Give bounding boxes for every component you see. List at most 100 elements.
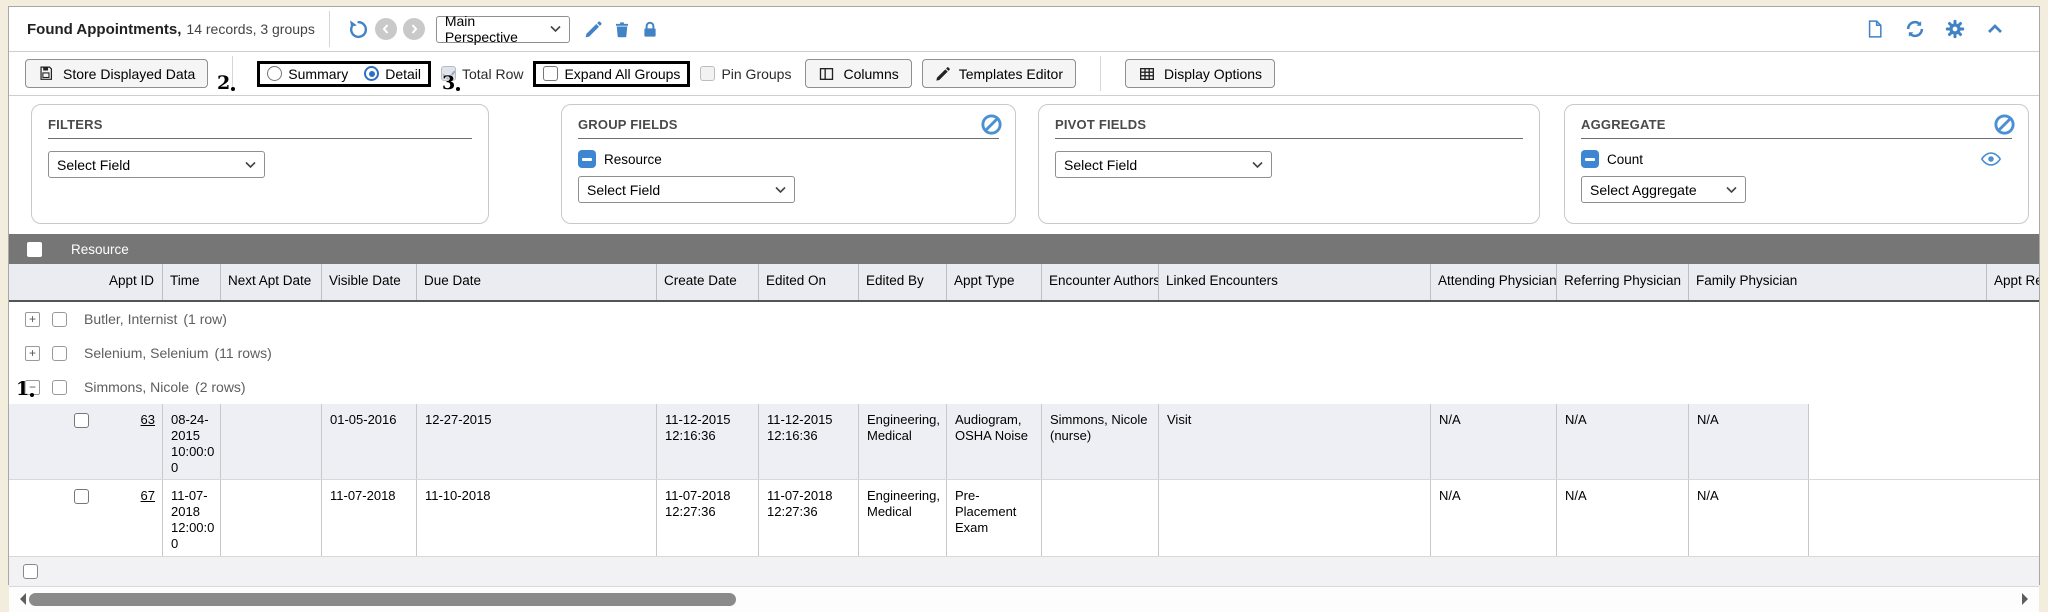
select-all-checkbox[interactable]: [27, 242, 42, 257]
column-header-edited-on[interactable]: Edited On: [759, 264, 859, 300]
column-header-time[interactable]: Time: [163, 264, 221, 300]
column-header-next-apt-date[interactable]: Next Apt Date: [221, 264, 322, 300]
store-displayed-data-button[interactable]: Store Displayed Data: [25, 59, 208, 88]
group-row-simmons: − Simmons, Nicole (2 rows): [9, 370, 2039, 404]
results-grid: Resource Appt ID Time Next Apt Date Visi…: [9, 234, 2039, 612]
filters-field-select[interactable]: Select Field: [48, 151, 265, 178]
row-select-cell: [9, 404, 69, 479]
cell-attending-physician: N/A: [1431, 480, 1557, 555]
group-name: Simmons, Nicole: [84, 379, 189, 395]
expand-all-groups-checkbox[interactable]: Expand All Groups: [543, 66, 680, 82]
checkbox-icon[interactable]: [543, 66, 558, 81]
aggregate-title: AGGREGATE: [1581, 117, 2012, 139]
perspective-select-value: Main Perspective: [445, 13, 540, 45]
group-checkbox[interactable]: [52, 346, 67, 361]
pin-groups-checkbox[interactable]: Pin Groups: [700, 66, 791, 82]
remove-group-field-icon[interactable]: [578, 150, 596, 168]
group-name: Selenium, Selenium: [84, 345, 209, 361]
cell-visible-date: 11-07-2018: [322, 480, 417, 555]
record-summary: 14 records, 3 groups: [186, 21, 314, 37]
pivot-field-select[interactable]: Select Field: [1055, 151, 1272, 178]
divider: [329, 11, 330, 47]
column-header-create-date[interactable]: Create Date: [657, 264, 759, 300]
column-header-appt-reason[interactable]: Appt Re: [1987, 264, 2039, 300]
row-checkbox[interactable]: [74, 489, 89, 504]
cell-visible-date: 01-05-2016: [322, 404, 417, 479]
cell-next-apt-date: [221, 480, 322, 555]
column-header-appt-type[interactable]: Appt Type: [947, 264, 1042, 300]
collapse-panel-icon[interactable]: [1981, 15, 2009, 43]
lock-perspective-icon[interactable]: [636, 15, 664, 43]
perspective-select[interactable]: Main Perspective: [436, 16, 570, 43]
horizontal-scrollbar[interactable]: [9, 587, 2039, 612]
scroll-left-arrow-icon[interactable]: [14, 593, 26, 605]
new-document-icon[interactable]: [1861, 15, 1889, 43]
filters-panel: FILTERS Select Field: [31, 104, 489, 224]
detail-radio[interactable]: Detail: [364, 66, 421, 82]
column-header-row: Appt ID Time Next Apt Date Visible Date …: [9, 264, 2039, 302]
clear-group-fields-icon[interactable]: [980, 113, 1003, 136]
remove-aggregate-icon[interactable]: [1581, 150, 1599, 168]
edit-perspective-icon[interactable]: [580, 15, 608, 43]
appt-id-link[interactable]: 63: [141, 412, 155, 427]
group-row-count: (11 rows): [215, 345, 272, 361]
found-appointments-panel: Found Appointments, 14 records, 3 groups…: [8, 6, 2040, 585]
aggregate-panel: AGGREGATE Count Select Aggregate: [1564, 104, 2029, 224]
next-perspective-icon[interactable]: [403, 18, 425, 40]
scrollbar-thumb[interactable]: [29, 593, 736, 606]
query-builder-panels: FILTERS Select Field GROUP FIELDS Resour…: [9, 96, 2039, 234]
delete-perspective-icon[interactable]: [608, 15, 636, 43]
column-header-due-date[interactable]: Due Date: [417, 264, 657, 300]
display-options-button[interactable]: Display Options: [1125, 59, 1275, 88]
checkbox-disabled-icon[interactable]: [700, 66, 715, 81]
templates-editor-button[interactable]: Templates Editor: [922, 59, 1076, 88]
summary-radio[interactable]: Summary: [267, 66, 348, 82]
group-field-select[interactable]: Select Field: [578, 176, 795, 203]
chevron-down-icon: [245, 161, 256, 169]
pencil-icon: [935, 66, 951, 82]
group-checkbox[interactable]: [52, 312, 67, 327]
table-row: 63 08-24-2015 10:00:00 01-05-2016 12-27-…: [9, 404, 2039, 480]
radio-checked-icon[interactable]: [364, 66, 379, 81]
clear-aggregate-icon[interactable]: [1993, 113, 2016, 136]
column-header-family-physician[interactable]: Family Physician: [1689, 264, 1987, 300]
scroll-right-arrow-icon[interactable]: [2022, 593, 2034, 605]
cell-family-physician: N/A: [1689, 404, 1809, 479]
column-header-appt-id[interactable]: Appt ID: [69, 264, 163, 300]
appt-id-link[interactable]: 67: [141, 488, 155, 503]
group-name: Butler, Internist: [84, 311, 177, 327]
chevron-down-icon: [1252, 161, 1263, 169]
group-checkbox[interactable]: [52, 380, 67, 395]
summary-detail-annotation-box: Summary Detail: [257, 61, 431, 87]
column-header-linked-encounters[interactable]: Linked Encounters: [1159, 264, 1431, 300]
cell-create-date: 11-07-2018 12:27:36: [657, 480, 759, 555]
expand-group-icon[interactable]: +: [25, 346, 40, 361]
gear-icon[interactable]: [1941, 15, 1969, 43]
refresh-icon[interactable]: [1901, 15, 1929, 43]
column-header-encounter-authors[interactable]: Encounter Authors: [1042, 264, 1159, 300]
cell-time: 08-24-2015 10:00:00: [163, 404, 221, 479]
eye-icon[interactable]: [1980, 151, 2002, 167]
cell-appt-type: Audiogram, OSHA Noise: [947, 404, 1042, 479]
aggregate-select[interactable]: Select Aggregate: [1581, 176, 1746, 203]
row-select-cell: [9, 480, 69, 555]
column-header-edited-by[interactable]: Edited By: [859, 264, 947, 300]
cell-referring-physician: N/A: [1557, 480, 1689, 555]
row-checkbox[interactable]: [74, 413, 89, 428]
group-row-butler: + Butler, Internist (1 row): [9, 302, 2039, 336]
aggregate-item-count: Count: [1581, 150, 2012, 168]
cell-time: 11-07-2018 12:00:00: [163, 480, 221, 555]
table-grid-icon: [1138, 66, 1156, 82]
chevron-down-icon: [1726, 186, 1737, 194]
prev-perspective-icon[interactable]: [375, 18, 397, 40]
group-fields-panel: GROUP FIELDS Resource Select Field: [561, 104, 1016, 224]
column-header-attending-physician[interactable]: Attending Physician: [1431, 264, 1557, 300]
radio-icon[interactable]: [267, 66, 282, 81]
undo-icon[interactable]: [344, 15, 372, 43]
column-header-referring-physician[interactable]: Referring Physician: [1557, 264, 1689, 300]
column-header-visible-date[interactable]: Visible Date: [322, 264, 417, 300]
footer-checkbox[interactable]: [23, 564, 38, 579]
chevron-down-icon: [550, 25, 561, 33]
expand-group-icon[interactable]: +: [25, 312, 40, 327]
columns-button[interactable]: Columns: [805, 59, 911, 88]
